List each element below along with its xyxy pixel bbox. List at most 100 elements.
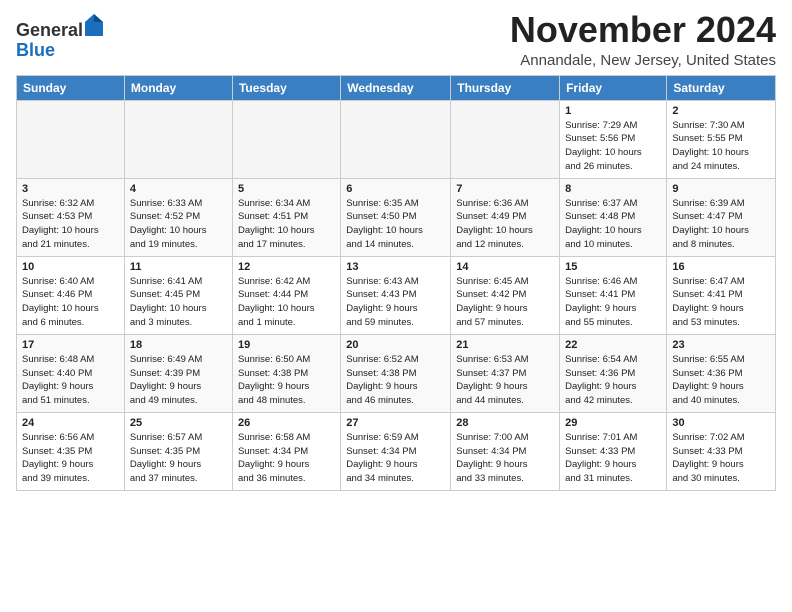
day-info: Sunrise: 6:35 AM Sunset: 4:50 PM Dayligh… (346, 197, 445, 252)
day-info: Sunrise: 6:59 AM Sunset: 4:34 PM Dayligh… (346, 431, 445, 486)
location-title: Annandale, New Jersey, United States (510, 52, 776, 69)
calendar-day-cell: 30 Sunrise: 7:02 AM Sunset: 4:33 PM Dayli… (667, 412, 776, 490)
calendar-day-cell: 10Sunrise: 6:40 AM Sunset: 4:46 PM Dayli… (17, 256, 125, 334)
calendar-day-cell: 9 Sunrise: 6:39 AM Sunset: 4:47 PM Daylig… (667, 178, 776, 256)
title-block: November 2024 Annandale, New Jersey, Uni… (510, 10, 776, 69)
day-info: Sunrise: 6:33 AM Sunset: 4:52 PM Dayligh… (130, 197, 227, 252)
day-number: 18 (130, 339, 227, 351)
calendar-day-cell: 4 Sunrise: 6:33 AM Sunset: 4:52 PM Daylig… (124, 178, 232, 256)
day-info: Sunrise: 6:57 AM Sunset: 4:35 PM Dayligh… (130, 431, 227, 486)
day-number: 1 (565, 105, 661, 117)
day-number: 21 (456, 339, 554, 351)
day-info: Sunrise: 7:02 AM Sunset: 4:33 PM Dayligh… (672, 431, 770, 486)
calendar-day-cell (341, 100, 451, 178)
calendar-day-cell: 3 Sunrise: 6:32 AM Sunset: 4:53 PM Daylig… (17, 178, 125, 256)
day-info: Sunrise: 6:39 AM Sunset: 4:47 PM Dayligh… (672, 197, 770, 252)
day-info: Sunrise: 6:43 AM Sunset: 4:43 PM Dayligh… (346, 275, 445, 330)
calendar-day-cell: 15 Sunrise: 6:46 AM Sunset: 4:41 PM Dayli… (560, 256, 667, 334)
calendar-week-row: 17 Sunrise: 6:48 AM Sunset: 4:40 PM Dayli… (17, 334, 776, 412)
day-number: 17 (22, 339, 119, 351)
header: General Blue November 2024 Annandale, Ne… (16, 10, 776, 69)
calendar-day-cell: 18Sunrise: 6:49 AM Sunset: 4:39 PM Dayli… (124, 334, 232, 412)
day-number: 4 (130, 183, 227, 195)
calendar-day-cell: 24 Sunrise: 6:56 AM Sunset: 4:35 PM Dayli… (17, 412, 125, 490)
day-number: 16 (672, 261, 770, 273)
day-number: 3 (22, 183, 119, 195)
day-number: 26 (238, 417, 335, 429)
day-info: Sunrise: 6:56 AM Sunset: 4:35 PM Dayligh… (22, 431, 119, 486)
calendar-week-row: 24 Sunrise: 6:56 AM Sunset: 4:35 PM Dayli… (17, 412, 776, 490)
calendar-day-cell: 28Sunrise: 7:00 AM Sunset: 4:34 PM Dayli… (451, 412, 560, 490)
calendar-day-cell: 25 Sunrise: 6:57 AM Sunset: 4:35 PM Dayli… (124, 412, 232, 490)
calendar-table: SundayMondayTuesdayWednesdayThursdayFrid… (16, 75, 776, 491)
day-info: Sunrise: 6:34 AM Sunset: 4:51 PM Dayligh… (238, 197, 335, 252)
day-number: 22 (565, 339, 661, 351)
calendar-day-cell: 1 Sunrise: 7:29 AM Sunset: 5:56 PM Daylig… (560, 100, 667, 178)
calendar-day-cell: 20Sunrise: 6:52 AM Sunset: 4:38 PM Dayli… (341, 334, 451, 412)
day-info: Sunrise: 7:30 AM Sunset: 5:55 PM Dayligh… (672, 119, 770, 174)
day-info: Sunrise: 6:41 AM Sunset: 4:45 PM Dayligh… (130, 275, 227, 330)
calendar-day-cell: 2 Sunrise: 7:30 AM Sunset: 5:55 PM Daylig… (667, 100, 776, 178)
day-info: Sunrise: 7:01 AM Sunset: 4:33 PM Dayligh… (565, 431, 661, 486)
calendar-day-cell (124, 100, 232, 178)
day-number: 25 (130, 417, 227, 429)
logo: General Blue (16, 14, 103, 61)
calendar-day-cell: 19 Sunrise: 6:50 AM Sunset: 4:38 PM Dayli… (232, 334, 340, 412)
day-number: 23 (672, 339, 770, 351)
weekday-header: Monday (124, 75, 232, 100)
month-title: November 2024 (510, 10, 776, 50)
day-info: Sunrise: 6:32 AM Sunset: 4:53 PM Dayligh… (22, 197, 119, 252)
weekday-header: Thursday (451, 75, 560, 100)
day-number: 27 (346, 417, 445, 429)
calendar-day-cell: 21 Sunrise: 6:53 AM Sunset: 4:37 PM Dayli… (451, 334, 560, 412)
calendar-day-cell: 17 Sunrise: 6:48 AM Sunset: 4:40 PM Dayli… (17, 334, 125, 412)
day-number: 19 (238, 339, 335, 351)
day-number: 9 (672, 183, 770, 195)
calendar-header-row: SundayMondayTuesdayWednesdayThursdayFrid… (17, 75, 776, 100)
day-info: Sunrise: 6:54 AM Sunset: 4:36 PM Dayligh… (565, 353, 661, 408)
calendar-day-cell: 11 Sunrise: 6:41 AM Sunset: 4:45 PM Dayli… (124, 256, 232, 334)
calendar-day-cell: 5Sunrise: 6:34 AM Sunset: 4:51 PM Daylig… (232, 178, 340, 256)
day-number: 10 (22, 261, 119, 273)
day-number: 29 (565, 417, 661, 429)
day-info: Sunrise: 6:45 AM Sunset: 4:42 PM Dayligh… (456, 275, 554, 330)
calendar-week-row: 10Sunrise: 6:40 AM Sunset: 4:46 PM Dayli… (17, 256, 776, 334)
logo-icon (85, 14, 103, 36)
calendar-day-cell: 22 Sunrise: 6:54 AM Sunset: 4:36 PM Dayli… (560, 334, 667, 412)
day-number: 13 (346, 261, 445, 273)
day-number: 24 (22, 417, 119, 429)
day-number: 11 (130, 261, 227, 273)
calendar-day-cell: 7Sunrise: 6:36 AM Sunset: 4:49 PM Daylig… (451, 178, 560, 256)
page: General Blue November 2024 Annandale, Ne… (0, 0, 792, 501)
day-info: Sunrise: 6:47 AM Sunset: 4:41 PM Dayligh… (672, 275, 770, 330)
day-info: Sunrise: 6:50 AM Sunset: 4:38 PM Dayligh… (238, 353, 335, 408)
calendar-day-cell: 23Sunrise: 6:55 AM Sunset: 4:36 PM Dayli… (667, 334, 776, 412)
day-number: 30 (672, 417, 770, 429)
day-number: 15 (565, 261, 661, 273)
weekday-header: Sunday (17, 75, 125, 100)
weekday-header: Wednesday (341, 75, 451, 100)
day-number: 8 (565, 183, 661, 195)
calendar-day-cell (232, 100, 340, 178)
calendar-day-cell: 16 Sunrise: 6:47 AM Sunset: 4:41 PM Dayli… (667, 256, 776, 334)
day-number: 6 (346, 183, 445, 195)
calendar-day-cell: 6 Sunrise: 6:35 AM Sunset: 4:50 PM Daylig… (341, 178, 451, 256)
day-number: 14 (456, 261, 554, 273)
day-info: Sunrise: 6:53 AM Sunset: 4:37 PM Dayligh… (456, 353, 554, 408)
day-number: 2 (672, 105, 770, 117)
logo-text: General Blue (16, 14, 103, 61)
calendar-week-row: 3 Sunrise: 6:32 AM Sunset: 4:53 PM Daylig… (17, 178, 776, 256)
calendar-day-cell: 8Sunrise: 6:37 AM Sunset: 4:48 PM Daylig… (560, 178, 667, 256)
logo-general: General (16, 20, 83, 40)
day-number: 20 (346, 339, 445, 351)
day-info: Sunrise: 6:48 AM Sunset: 4:40 PM Dayligh… (22, 353, 119, 408)
weekday-header: Tuesday (232, 75, 340, 100)
calendar-day-cell: 27 Sunrise: 6:59 AM Sunset: 4:34 PM Dayli… (341, 412, 451, 490)
calendar-day-cell: 14 Sunrise: 6:45 AM Sunset: 4:42 PM Dayli… (451, 256, 560, 334)
day-info: Sunrise: 6:46 AM Sunset: 4:41 PM Dayligh… (565, 275, 661, 330)
calendar-week-row: 1 Sunrise: 7:29 AM Sunset: 5:56 PM Daylig… (17, 100, 776, 178)
calendar-day-cell: 29 Sunrise: 7:01 AM Sunset: 4:33 PM Dayli… (560, 412, 667, 490)
day-number: 12 (238, 261, 335, 273)
weekday-header: Friday (560, 75, 667, 100)
day-info: Sunrise: 7:29 AM Sunset: 5:56 PM Dayligh… (565, 119, 661, 174)
